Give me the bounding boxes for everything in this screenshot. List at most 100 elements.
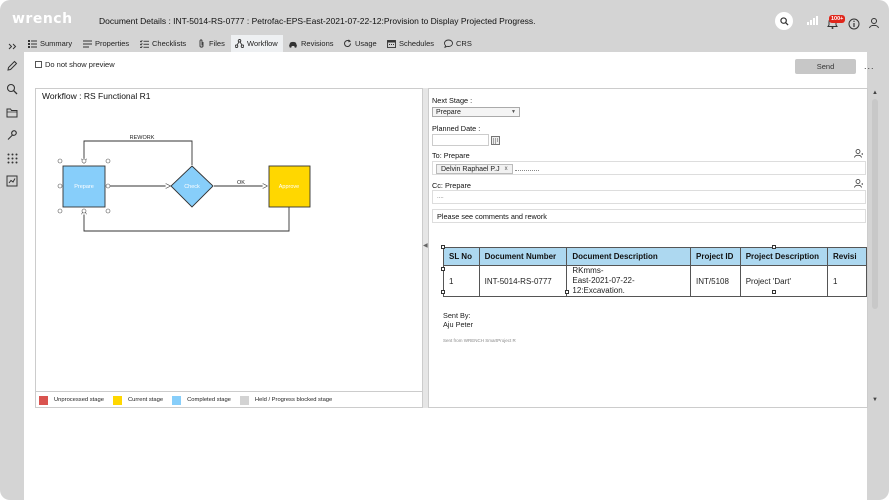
add-recipient-icon[interactable] [854, 149, 863, 158]
cc-recipients-field[interactable]: .... [432, 190, 866, 204]
legend-label: Held / Progress blocked stage [254, 397, 333, 403]
tab-revisions[interactable]: Revisions [288, 35, 334, 52]
resize-handle[interactable] [565, 290, 569, 294]
send-button[interactable]: Send [795, 59, 856, 74]
planned-date-label: Planned Date : [432, 124, 481, 133]
resize-handle[interactable] [441, 245, 445, 249]
search-icon [6, 83, 18, 95]
left-sidebar [0, 35, 24, 500]
return-edge [84, 207, 290, 232]
calendar-icon [386, 39, 396, 49]
date-picker-button[interactable] [490, 134, 501, 146]
column-header: Document Description [566, 247, 692, 266]
table-cell: 1 [826, 265, 867, 297]
next-stage-select[interactable]: Prepare ▼ [432, 107, 520, 117]
tab-summary[interactable]: Summary [27, 35, 72, 52]
info-icon [848, 18, 860, 30]
edge-label-rework: REWORK [130, 135, 155, 141]
column-header: Project Description [739, 247, 828, 266]
workflow-icon [234, 39, 244, 49]
workflow-panel: Workflow : RS Functional R1 Prepare Chec… [35, 88, 423, 408]
checkbox[interactable] [35, 61, 42, 68]
next-stage-value: Prepare [436, 108, 461, 116]
checklist-icon [139, 39, 149, 49]
tab-usage[interactable]: Usage [342, 35, 377, 52]
to-recipients-field[interactable]: Delvin Raphael P.J x [432, 161, 866, 175]
properties-icon [82, 39, 92, 49]
table-cell: Project 'Dart' [739, 265, 828, 297]
resize-handle[interactable] [441, 267, 445, 271]
pencil-icon [7, 60, 18, 71]
column-header: SL No [443, 247, 480, 266]
document-table: SL No Document Number Document Descripti… [441, 245, 867, 297]
recipient-input[interactable] [515, 170, 539, 171]
tools-button[interactable] [5, 128, 19, 142]
comment-text: Please see comments and rework [437, 212, 547, 221]
tab-label: Files [209, 39, 225, 48]
reports-button[interactable] [5, 174, 19, 188]
send-form-panel: Next Stage : Prepare ▼ Planned Date : To… [428, 88, 868, 408]
scroll-down-icon[interactable]: ▼ [871, 397, 879, 403]
tab-crs[interactable]: CRS [443, 35, 472, 52]
edit-button[interactable] [5, 59, 19, 73]
planned-date-input[interactable] [432, 134, 489, 146]
tab-schedules[interactable]: Schedules [386, 35, 434, 52]
node-label-approve: Approve [279, 184, 300, 190]
legend-label: Current stage [127, 397, 164, 403]
info-button[interactable] [846, 16, 862, 32]
table-header-row: SL No Document Number Document Descripti… [443, 247, 867, 266]
resize-handle[interactable] [772, 290, 776, 294]
tab-workflow[interactable]: Workflow [231, 35, 283, 52]
expand-sidebar-button[interactable] [5, 39, 19, 53]
usage-icon [342, 39, 352, 49]
legend-swatch [39, 395, 48, 405]
legend-swatch [172, 395, 182, 405]
comment-field[interactable]: Please see comments and rework [432, 209, 866, 223]
vertical-scrollbar[interactable]: ▲ ▼ [871, 90, 879, 406]
scroll-up-icon[interactable]: ▲ [871, 90, 879, 96]
sender-name: Aju Peter [443, 320, 474, 329]
revisions-icon [288, 39, 298, 49]
preview-checkbox[interactable]: Do not show preview [35, 60, 115, 69]
footer-note: Sent from WRENCH SmartProject R [443, 338, 516, 343]
cc-placeholder: .... [437, 194, 444, 200]
folder-button[interactable] [5, 105, 19, 119]
tab-label: CRS [456, 39, 472, 48]
tab-label: Workflow [247, 39, 278, 48]
tab-checklists[interactable]: Checklists [139, 35, 186, 52]
tab-label: Usage [355, 39, 377, 48]
tab-files[interactable]: Files [196, 35, 225, 52]
grid-icon [7, 153, 17, 163]
report-icon [6, 175, 18, 187]
user-menu-button[interactable] [866, 15, 882, 31]
tab-properties[interactable]: Properties [82, 35, 129, 52]
apps-button[interactable] [5, 151, 19, 165]
to-label: To: Prepare [432, 151, 470, 160]
remove-recipient-icon[interactable]: x [505, 166, 508, 172]
grip-icon: ◀ [423, 243, 428, 249]
column-header: Revisi [826, 247, 867, 266]
more-options-button[interactable]: ... [864, 61, 875, 71]
folder-icon [6, 108, 18, 117]
preview-label: Do not show preview [45, 60, 115, 69]
recipient-name: Delvin Raphael P.J [441, 165, 500, 173]
legend-swatch [239, 395, 249, 405]
scroll-thumb[interactable] [872, 99, 878, 309]
resize-handle[interactable] [772, 245, 776, 249]
resize-handle[interactable] [441, 290, 445, 294]
user-icon [869, 18, 879, 29]
search-button[interactable] [775, 12, 793, 30]
legend-swatch [112, 395, 122, 405]
table-cell: 1 [443, 265, 480, 297]
tab-label: Properties [95, 39, 130, 48]
add-cc-icon[interactable] [854, 179, 863, 188]
search-sidebar-button[interactable] [5, 82, 19, 96]
legend-label: Unprocessed stage [54, 397, 104, 403]
next-stage-label: Next Stage : [432, 96, 473, 105]
calendar-icon [491, 135, 500, 145]
edge-label-ok: OK [237, 180, 245, 186]
column-header: Project ID [690, 247, 741, 266]
page-title: Document Details : INT-5014-RS-0777 : Pe… [99, 16, 536, 26]
workflow-legend: Unprocessed stage Current stage Complete… [36, 391, 422, 408]
column-header: Document Number [478, 247, 568, 266]
